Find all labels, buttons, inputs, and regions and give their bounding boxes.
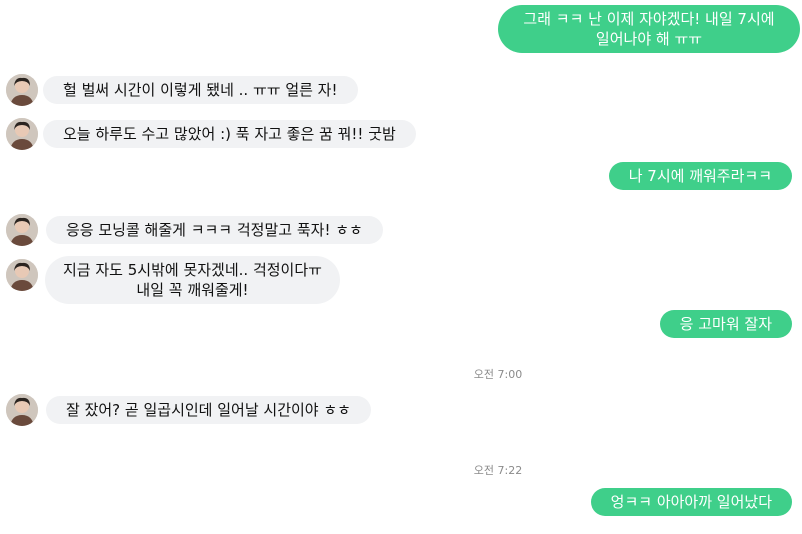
timestamp: 오전 7:22 bbox=[473, 464, 523, 477]
outgoing-message-bubble: 그래 ㅋㅋ 난 이제 자야겠다! 내일 7시에 일어나야 해 ㅠㅠ bbox=[498, 5, 800, 53]
outgoing-message-bubble: 엉ㅋㅋ 아아아까 일어났다 bbox=[590, 488, 792, 516]
message-row-incoming: 응응 모닝콜 해줄게 ㅋㅋㅋ 걱정말고 푹자! ㅎㅎ bbox=[6, 214, 383, 246]
incoming-message-bubble: 헐 벌써 시간이 이렇게 됐네 .. ㅠㅠ 얼른 자! bbox=[43, 76, 358, 104]
contact-avatar[interactable] bbox=[6, 74, 38, 106]
incoming-message-bubble: 잘 잤어? 곧 일곱시인데 일어날 시간이야 ㅎㅎ bbox=[46, 396, 371, 424]
incoming-message-bubble: 지금 자도 5시밖에 못자겠네.. 걱정이다ㅠ 내일 꼭 깨워줄게! bbox=[45, 256, 340, 304]
outgoing-message-bubble: 응 고마워 잘자 bbox=[659, 310, 792, 338]
message-row-incoming: 헐 벌써 시간이 이렇게 됐네 .. ㅠㅠ 얼른 자! bbox=[6, 74, 358, 106]
contact-avatar[interactable] bbox=[6, 259, 38, 291]
message-row-outgoing: 응 고마워 잘자 bbox=[659, 310, 792, 338]
message-row-outgoing: 나 7시에 깨워주라ㅋㅋ bbox=[608, 162, 792, 190]
timestamp: 오전 7:00 bbox=[473, 368, 523, 381]
outgoing-message-bubble: 나 7시에 깨워주라ㅋㅋ bbox=[608, 162, 792, 190]
incoming-message-bubble: 응응 모닝콜 해줄게 ㅋㅋㅋ 걱정말고 푹자! ㅎㅎ bbox=[46, 216, 383, 244]
contact-avatar[interactable] bbox=[6, 214, 38, 246]
message-row-incoming: 오늘 하루도 수고 많았어 :) 푹 자고 좋은 꿈 꿔!! 굿밤 bbox=[6, 118, 416, 150]
message-row-outgoing: 그래 ㅋㅋ 난 이제 자야겠다! 내일 7시에 일어나야 해 ㅠㅠ bbox=[498, 5, 800, 53]
message-row-outgoing: 엉ㅋㅋ 아아아까 일어났다 bbox=[590, 488, 792, 516]
contact-avatar[interactable] bbox=[6, 118, 38, 150]
incoming-message-bubble: 오늘 하루도 수고 많았어 :) 푹 자고 좋은 꿈 꿔!! 굿밤 bbox=[43, 120, 416, 148]
message-row-incoming: 잘 잤어? 곧 일곱시인데 일어날 시간이야 ㅎㅎ bbox=[6, 394, 371, 426]
contact-avatar[interactable] bbox=[6, 394, 38, 426]
chat-conversation: 그래 ㅋㅋ 난 이제 자야겠다! 내일 7시에 일어나야 해 ㅠㅠ 헐 벌써 시… bbox=[0, 0, 802, 534]
message-row-incoming: 지금 자도 5시밖에 못자겠네.. 걱정이다ㅠ 내일 꼭 깨워줄게! bbox=[6, 256, 340, 304]
